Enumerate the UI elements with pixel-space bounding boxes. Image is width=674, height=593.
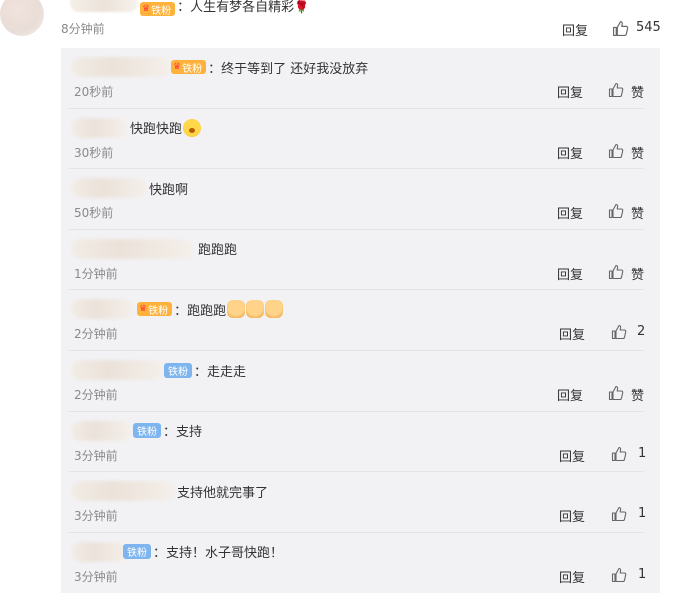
like-count: 1	[638, 445, 647, 461]
reply-time: 30秒前	[74, 145, 114, 160]
comment-time: 8分钟前	[61, 22, 105, 36]
fist-icon	[265, 300, 284, 319]
thumbs-up-icon[interactable]	[608, 385, 624, 401]
blurred-username[interactable]	[71, 541, 127, 562]
like-label[interactable]: 赞	[631, 143, 644, 162]
reply-text: 铁粉 ：支持	[133, 422, 202, 440]
fan-badge: 铁粉	[164, 362, 192, 378]
reply-text: 跑跑跑	[198, 243, 238, 259]
avatar[interactable]	[0, 0, 44, 36]
reply-item: 铁粉 ：走走走 2分钟前 回复 赞	[61, 351, 660, 412]
thumbs-up-icon[interactable]	[608, 82, 624, 98]
reply-item: 快跑快跑 30秒前 回复 赞	[61, 109, 660, 170]
crown-icon: ♛	[139, 304, 148, 315]
reply-item: 支持他就完事了 3分钟前 回复 1	[61, 472, 660, 533]
like-count: 2	[637, 324, 646, 340]
blurred-username[interactable]	[70, 0, 138, 12]
blurred-username[interactable]	[71, 178, 147, 199]
reply-item: 跑跑跑 1分钟前 回复 赞	[61, 230, 660, 291]
reply-item: ♛ 铁粉 ：跑跑跑 2分钟前 回复 2	[61, 290, 660, 351]
reply-time: 1分钟前	[74, 266, 118, 281]
blurred-username[interactable]	[71, 420, 131, 441]
like-count: 545	[636, 20, 661, 35]
reply-button[interactable]: 回复	[557, 82, 583, 101]
reply-text: 铁粉 ：走走走	[164, 361, 246, 380]
thumbs-up-icon[interactable]	[612, 20, 629, 37]
blurred-username[interactable]	[71, 360, 163, 380]
thumbs-up-icon[interactable]	[608, 203, 624, 219]
reply-text: 快跑啊	[149, 182, 189, 198]
fist-icon	[227, 300, 246, 319]
blurred-username[interactable]	[71, 57, 171, 77]
reply-item: 快跑啊 50秒前 回复 赞	[61, 169, 660, 230]
reply-text: 快跑快跑	[130, 118, 202, 137]
reply-text: 铁粉 ：支持！水子哥快跑！	[123, 543, 283, 561]
crown-icon: ♛	[142, 4, 151, 14]
reply-button[interactable]: 回复	[559, 567, 585, 586]
thumbs-up-icon[interactable]	[611, 567, 627, 583]
reply-text: 支持他就完事了	[177, 485, 269, 501]
blurred-username[interactable]	[71, 299, 133, 320]
reply-text: ♛ 铁粉 ：终于等到了 还好我没放弃	[171, 60, 369, 77]
thumbs-up-icon[interactable]	[608, 264, 624, 280]
reply-button[interactable]: 回复	[559, 446, 585, 465]
reply-item: 铁粉 ：支持 3分钟前 回复 1	[61, 412, 660, 473]
fan-badge: 铁粉	[133, 423, 161, 439]
reply-time: 20秒前	[74, 85, 114, 99]
reply-time: 50秒前	[74, 206, 114, 221]
thumbs-up-icon[interactable]	[611, 446, 627, 462]
blurred-username[interactable]	[71, 481, 175, 502]
thumbs-up-icon[interactable]	[611, 506, 627, 522]
reply-button[interactable]: 回复	[557, 264, 583, 283]
like-count: 1	[638, 506, 647, 522]
thumbs-up-icon[interactable]	[608, 143, 624, 159]
reply-time: 2分钟前	[74, 327, 118, 342]
top-comment: ♛ 铁粉 ：人生有梦各自精彩🌹 8分钟前 回复 545	[0, 0, 674, 44]
fist-icon	[246, 300, 265, 319]
reply-time: 3分钟前	[74, 569, 118, 584]
blurred-username[interactable]	[71, 238, 193, 259]
reply-button[interactable]: 回复	[559, 324, 585, 343]
fan-badge: ♛ 铁粉	[171, 60, 207, 75]
reply-item: 铁粉 ：支持！水子哥快跑！ 3分钟前 回复 1	[61, 533, 660, 593]
reply-time: 2分钟前	[74, 388, 118, 402]
scream-face-icon	[183, 118, 202, 137]
fan-badge: ♛ 铁粉	[137, 302, 173, 317]
fan-badge: 铁粉	[123, 544, 151, 560]
reply-button[interactable]: 回复	[562, 20, 588, 39]
comment-text: ♛ 铁粉 ：人生有梦各自精彩🌹	[140, 0, 310, 17]
rose-icon: 🌹	[294, 0, 310, 14]
reply-time: 3分钟前	[74, 509, 118, 524]
reply-text: ♛ 铁粉 ：跑跑跑	[137, 300, 284, 319]
like-count: 1	[638, 566, 647, 582]
reply-time: 3分钟前	[74, 448, 118, 463]
reply-button[interactable]: 回复	[557, 385, 583, 404]
reply-button[interactable]: 回复	[557, 203, 583, 222]
replies-panel: ♛ 铁粉 ：终于等到了 还好我没放弃 20秒前 回复 赞 快跑快跑 30秒前 回复 …	[61, 48, 660, 593]
blurred-username[interactable]	[71, 117, 127, 138]
reply-button[interactable]: 回复	[559, 506, 585, 525]
reply-item: ♛ 铁粉 ：终于等到了 还好我没放弃 20秒前 回复 赞	[61, 48, 660, 109]
thumbs-up-icon[interactable]	[611, 324, 627, 340]
crown-icon: ♛	[173, 62, 182, 72]
like-label[interactable]: 赞	[631, 203, 644, 222]
like-label[interactable]: 赞	[631, 264, 644, 283]
fan-badge: ♛ 铁粉	[140, 2, 176, 17]
like-label[interactable]: 赞	[631, 385, 644, 404]
like-label[interactable]: 赞	[631, 82, 644, 101]
reply-button[interactable]: 回复	[557, 143, 583, 162]
